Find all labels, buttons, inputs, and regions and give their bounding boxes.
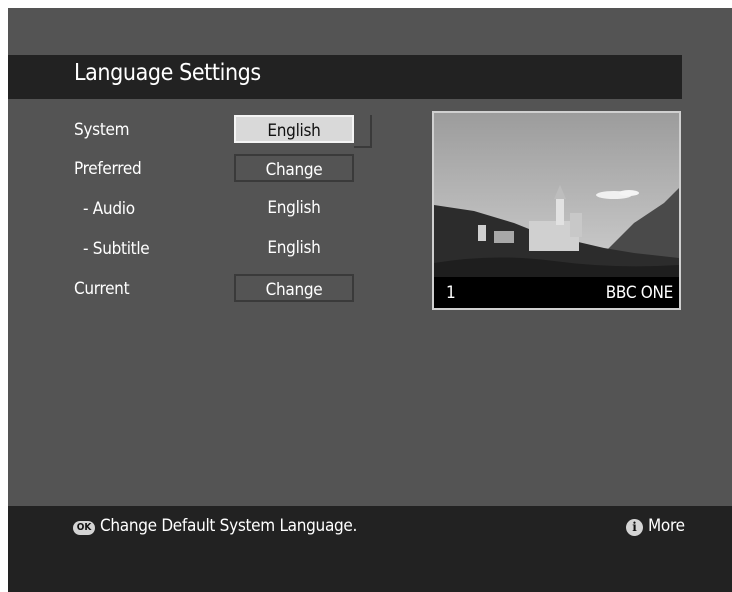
audio-label: - Audio: [83, 199, 135, 219]
subtitle-language-value: English: [267, 238, 321, 258]
channel-name: BBC ONE: [605, 283, 674, 303]
page-title: Language Settings: [74, 60, 261, 86]
help-hint: Change Default System Language.: [100, 516, 358, 536]
system-language-button[interactable]: English: [234, 115, 354, 143]
info-icon[interactable]: i: [626, 519, 643, 536]
system-label: System: [74, 120, 130, 140]
channel-number: 1: [446, 283, 456, 303]
current-label: Current: [74, 279, 130, 299]
current-change-button[interactable]: Change: [234, 274, 354, 302]
header-bar: Language Settings: [8, 55, 682, 99]
tv-preview-window: 1 BBC ONE: [432, 111, 681, 310]
selection-bracket: [354, 115, 372, 148]
more-label[interactable]: More: [648, 516, 685, 536]
audio-language-value: English: [267, 198, 321, 218]
preferred-change-button[interactable]: Change: [234, 154, 354, 182]
footer-bar: OK Change Default System Language. i Mor…: [8, 506, 732, 592]
ok-button-icon: OK: [73, 521, 95, 535]
channel-info-bar: 1 BBC ONE: [434, 277, 679, 308]
preferred-label: Preferred: [74, 159, 142, 179]
subtitle-label: - Subtitle: [83, 239, 150, 259]
